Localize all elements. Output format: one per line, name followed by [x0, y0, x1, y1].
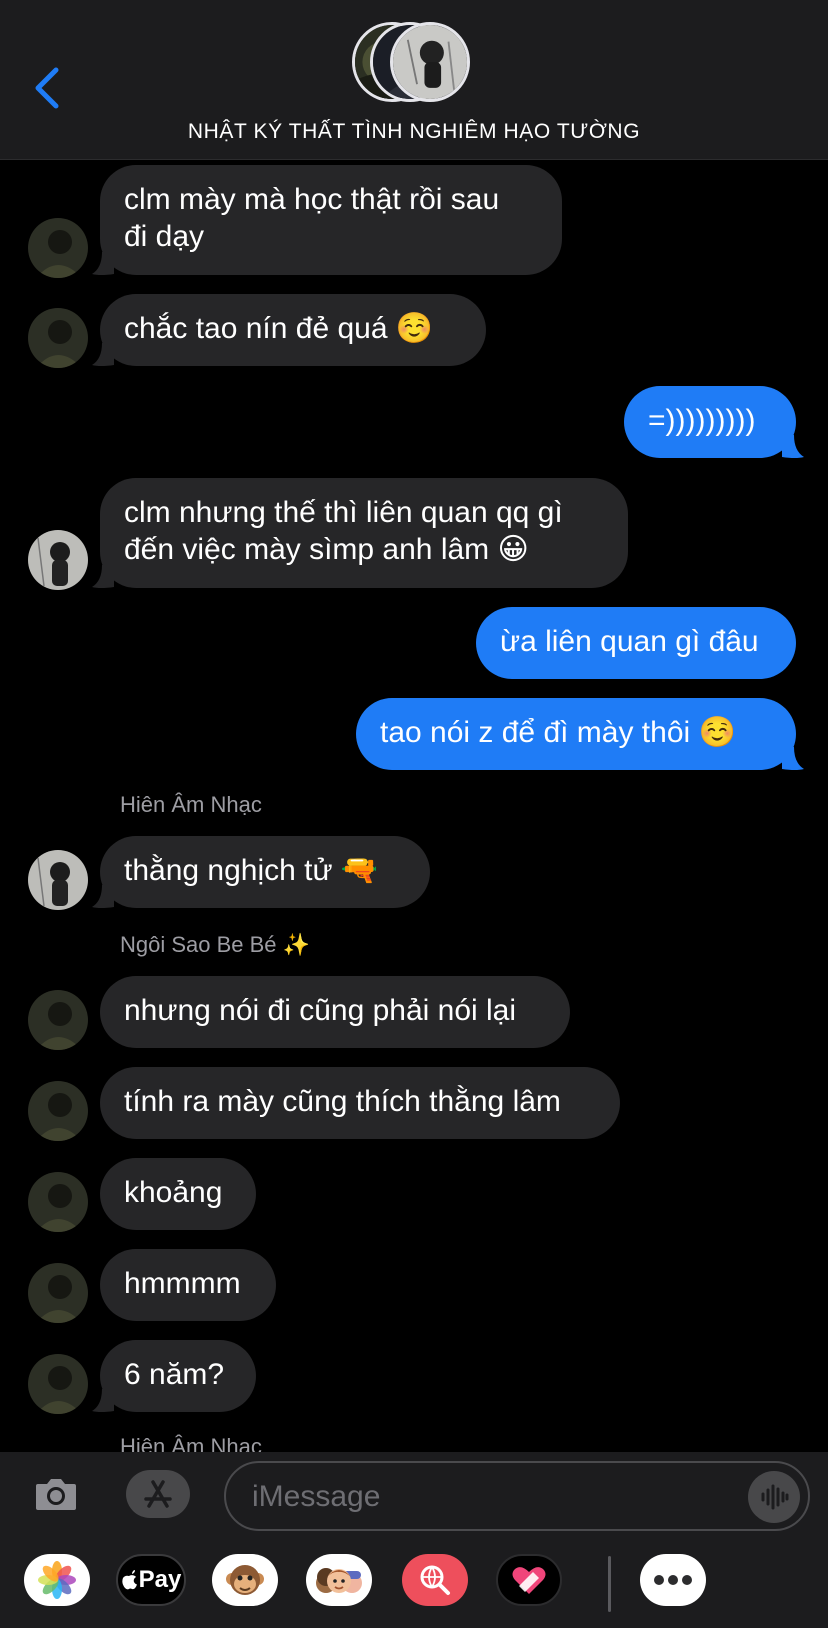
sender-name: Hiên Âm Nhạc [120, 1434, 262, 1452]
message-bubble[interactable]: ừa liên quan gì đâu [476, 607, 796, 679]
sender-name: Ngôi Sao Be Bé ✨ [120, 932, 311, 957]
audio-message-button[interactable] [748, 1471, 800, 1523]
message-bubble[interactable]: 6 năm? [100, 1340, 256, 1412]
avatar[interactable] [28, 1354, 88, 1414]
group-avatar-3 [390, 22, 470, 102]
bubble-tail [92, 885, 114, 908]
message-field[interactable] [224, 1461, 810, 1531]
chevron-left-icon [35, 67, 59, 109]
avatar[interactable] [28, 1081, 88, 1141]
app-drawer: Pay [0, 1540, 828, 1628]
memoji-button[interactable] [306, 1554, 372, 1606]
avatar[interactable] [28, 218, 88, 278]
group-avatar-stack[interactable] [352, 22, 482, 108]
message-bubble[interactable]: hmmmm [100, 1249, 276, 1321]
camera-icon [36, 1479, 76, 1510]
message-bubble[interactable]: khoảng [100, 1158, 256, 1230]
web-images-search-icon [420, 1565, 450, 1595]
conversation-title[interactable]: NHẬT KÝ THẤT TÌNH NGHIÊM HẠO TƯỜNG [0, 120, 828, 144]
app-store-icon [144, 1480, 172, 1508]
message-bubble[interactable]: clm mày mà học thật rồi sau đi dạy [100, 165, 562, 275]
message-bubble[interactable]: tao nói z để đì mày thôi ☺️ [356, 698, 796, 770]
avatar[interactable] [28, 1263, 88, 1323]
apple-pay-label: Pay [138, 1566, 182, 1593]
avatar[interactable] [28, 308, 88, 368]
compose-bar [0, 1452, 828, 1540]
animoji-button[interactable] [212, 1554, 278, 1606]
web-images-button[interactable] [402, 1554, 468, 1606]
back-button[interactable] [28, 64, 68, 112]
bubble-tail [782, 747, 804, 770]
waveform-icon [761, 1484, 789, 1510]
animoji-icon [226, 1565, 264, 1595]
bubble-tail [92, 343, 114, 366]
camera-button[interactable] [32, 1470, 80, 1518]
photos-app-icon [38, 1561, 76, 1599]
apple-pay-icon [121, 1570, 137, 1590]
digital-touch-icon [512, 1567, 546, 1594]
message-bubble[interactable]: clm nhưng thế thì liên quan qq gì đến vi… [100, 478, 628, 588]
message-input[interactable] [250, 1471, 734, 1523]
avatar[interactable] [28, 1172, 88, 1232]
sender-name: Hiên Âm Nhạc [120, 792, 262, 817]
message-bubble[interactable]: =))))))))) [624, 386, 796, 458]
memoji-icon [316, 1568, 362, 1593]
bubble-tail [92, 565, 114, 588]
photos-app-button[interactable] [24, 1554, 90, 1606]
bubble-tail [92, 252, 114, 275]
message-bubble[interactable]: chắc tao nín đẻ quá ☺️ [100, 294, 486, 366]
app-store-button[interactable] [126, 1470, 190, 1518]
avatar[interactable] [28, 990, 88, 1050]
message-bubble[interactable]: nhưng nói đi cũng phải nói lại [100, 976, 570, 1048]
conversation-header: NHẬT KÝ THẤT TÌNH NGHIÊM HẠO TƯỜNG [0, 0, 828, 160]
more-apps-icon [654, 1575, 692, 1585]
digital-touch-button[interactable] [496, 1554, 562, 1606]
message-bubble[interactable]: thằng nghịch tử 🔫 [100, 836, 430, 908]
drawer-divider [608, 1556, 611, 1612]
bubble-tail [782, 435, 804, 458]
avatar[interactable] [28, 530, 88, 590]
avatar[interactable] [28, 850, 88, 910]
more-apps-button[interactable] [640, 1554, 706, 1606]
apple-pay-button[interactable]: Pay [116, 1554, 186, 1606]
message-bubble[interactable]: tính ra mày cũng thích thằng lâm [100, 1067, 620, 1139]
message-thread[interactable]: clm mày mà học thật rồi sau đi dạy chắc … [0, 160, 828, 1452]
bubble-tail [92, 1389, 114, 1412]
